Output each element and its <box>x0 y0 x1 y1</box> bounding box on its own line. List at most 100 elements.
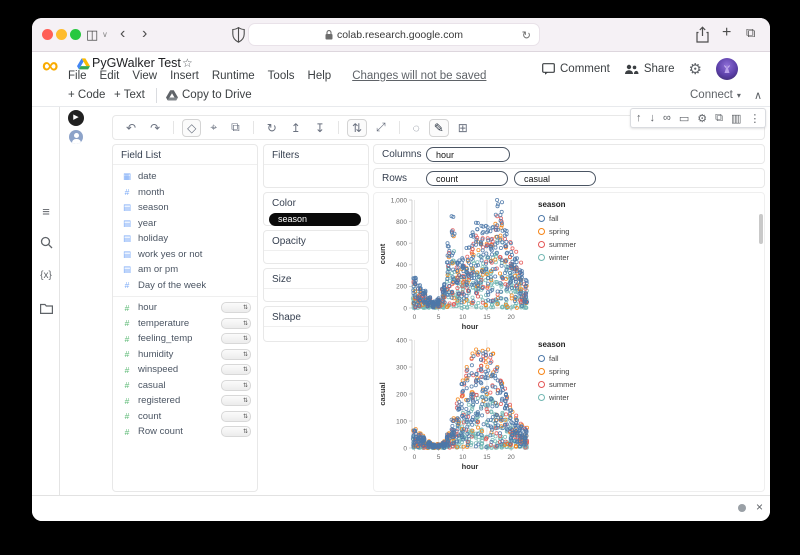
painter-icon[interactable]: ✎ <box>428 118 449 137</box>
menu-item-file[interactable]: File <box>68 70 87 82</box>
undo-icon[interactable]: ↶ <box>121 119 141 137</box>
changes-note-link[interactable]: Changes will not be saved <box>352 70 486 82</box>
filters-panel[interactable]: Filters <box>263 144 369 188</box>
field-item-month[interactable]: # month <box>113 185 257 201</box>
privacy-shield-icon[interactable] <box>232 27 245 43</box>
collapse-header-icon[interactable]: ∧ <box>754 89 762 102</box>
refresh-icon[interactable]: ↻ <box>262 119 282 137</box>
redo-icon[interactable]: ↷ <box>145 119 165 137</box>
field-item-date[interactable]: ▦ date <box>113 169 257 185</box>
menu-item-insert[interactable]: Insert <box>170 70 199 82</box>
field-item-row-count[interactable]: # Row count ⇅ <box>113 424 257 440</box>
field-item-temperature[interactable]: # temperature ⇅ <box>113 316 257 332</box>
color-panel[interactable]: Color season <box>263 192 369 226</box>
field-item-work-yes-or-not[interactable]: ▤ work yes or not <box>113 247 257 263</box>
search-icon[interactable] <box>40 236 53 249</box>
back-button[interactable]: ‹ <box>120 26 125 42</box>
opacity-panel[interactable]: Opacity <box>263 230 369 264</box>
legend-item-spring[interactable]: spring <box>538 225 576 238</box>
legend-item-summer[interactable]: summer <box>538 238 576 251</box>
transpose-up-icon[interactable]: ↥ <box>286 119 306 137</box>
mirror-cell-icon[interactable]: ⧉ <box>715 112 723 125</box>
add-text-button[interactable]: + Text <box>114 89 145 101</box>
aggregation-select[interactable]: ⇅ <box>221 395 251 407</box>
aggregation-select[interactable]: ⇅ <box>221 426 251 438</box>
columns-shelf[interactable]: Columns hour <box>373 144 765 164</box>
field-item-registered[interactable]: # registered ⇅ <box>113 393 257 409</box>
files-folder-icon[interactable] <box>40 303 53 314</box>
legend-item-fall[interactable]: fall <box>538 212 576 225</box>
rows-shelf[interactable]: Rows count casual <box>373 168 765 188</box>
copy-to-drive-button[interactable]: Copy to Drive <box>166 89 252 101</box>
field-item-casual[interactable]: # casual ⇅ <box>113 378 257 394</box>
menu-item-runtime[interactable]: Runtime <box>212 70 255 82</box>
aggregation-select[interactable]: ⇅ <box>221 379 251 391</box>
mark-type-icon[interactable]: ⌖ <box>205 118 222 137</box>
settings-gear-icon[interactable]: ⚙ <box>689 60 702 78</box>
notebook-title[interactable]: PyGWalker Test <box>92 56 181 70</box>
sidebar-chevron-icon[interactable]: ∨ <box>102 31 108 39</box>
field-item-winspeed[interactable]: # winspeed ⇅ <box>113 362 257 378</box>
menu-item-view[interactable]: View <box>132 70 157 82</box>
forward-button[interactable]: › <box>142 26 147 42</box>
color-field-pill[interactable]: season <box>269 213 361 226</box>
add-code-button[interactable]: + Code <box>68 89 105 101</box>
aggregation-select[interactable]: ⇅ <box>221 410 251 422</box>
more-actions-icon[interactable]: ⋮ <box>749 112 760 125</box>
row-pill-casual[interactable]: casual <box>514 170 596 186</box>
variables-icon[interactable]: {x} <box>32 270 60 281</box>
connect-button[interactable]: Connect ▾ <box>690 89 741 101</box>
close-pane-icon[interactable]: × <box>756 500 763 514</box>
menu-item-help[interactable]: Help <box>308 70 332 82</box>
transpose-down-icon[interactable]: ↧ <box>310 119 330 137</box>
aggregation-select[interactable]: ⇅ <box>221 364 251 376</box>
lasso-select-icon[interactable]: ◌ <box>408 119 425 137</box>
minimize-window-button[interactable] <box>56 29 67 40</box>
chart-scrollbar-thumb[interactable] <box>759 214 763 244</box>
aggregation-icon[interactable]: ◇ <box>182 118 202 137</box>
move-cell-up-icon[interactable]: ↑ <box>636 112 642 124</box>
aggregation-select[interactable]: ⇅ <box>221 317 251 329</box>
field-item-humidity[interactable]: # humidity ⇅ <box>113 347 257 363</box>
field-item-count[interactable]: # count ⇅ <box>113 409 257 425</box>
reload-icon[interactable]: ↻ <box>522 29 531 42</box>
shape-panel[interactable]: Shape <box>263 306 369 342</box>
run-cell-button[interactable]: ▶ <box>68 110 84 126</box>
field-item-hour[interactable]: # hour ⇅ <box>113 300 257 316</box>
colab-logo[interactable]: ∞ <box>42 52 58 79</box>
legend-item-spring[interactable]: spring <box>538 365 576 378</box>
row-pill-count[interactable]: count <box>426 170 508 186</box>
legend-item-winter[interactable]: winter <box>538 391 576 404</box>
aggregation-select[interactable]: ⇅ <box>221 333 251 345</box>
field-item-day-of-the-week[interactable]: # Day of the week <box>113 278 257 294</box>
field-item-season[interactable]: ▤ season <box>113 200 257 216</box>
sidebar-toggle-icon[interactable]: ◫ <box>86 28 98 41</box>
move-cell-down-icon[interactable]: ↓ <box>650 112 656 124</box>
star-icon[interactable]: ☆ <box>182 56 193 70</box>
menu-item-tools[interactable]: Tools <box>268 70 295 82</box>
close-window-button[interactable] <box>42 29 53 40</box>
legend-item-fall[interactable]: fall <box>538 352 576 365</box>
delete-cell-icon[interactable]: ▥ <box>731 112 741 125</box>
size-panel[interactable]: Size <box>263 268 369 302</box>
address-bar[interactable]: colab.research.google.com ↻ <box>248 23 540 46</box>
aggregation-select[interactable]: ⇅ <box>221 302 251 314</box>
field-item-holiday[interactable]: ▤ holiday <box>113 231 257 247</box>
user-avatar[interactable] <box>716 58 738 80</box>
field-item-am-or-pm[interactable]: ▤ am or pm <box>113 262 257 278</box>
new-tab-icon[interactable]: + <box>722 25 731 41</box>
sort-icon[interactable]: ⇅ <box>346 118 367 137</box>
tab-overview-icon[interactable]: ⧉ <box>746 26 755 39</box>
stack-mode-icon[interactable]: ⧉ <box>226 118 245 137</box>
aggregation-select[interactable]: ⇅ <box>221 348 251 360</box>
link-cell-icon[interactable]: ∞ <box>663 112 671 124</box>
cell-settings-icon[interactable]: ⚙ <box>697 112 707 125</box>
table-of-contents-icon[interactable]: ≡ <box>32 204 60 219</box>
legend-item-winter[interactable]: winter <box>538 251 576 264</box>
zoom-window-button[interactable] <box>70 29 81 40</box>
legend-item-summer[interactable]: summer <box>538 378 576 391</box>
col-pill-hour[interactable]: hour <box>426 146 510 162</box>
resize-icon[interactable]: ⤢ <box>371 118 391 137</box>
field-item-year[interactable]: ▤ year <box>113 216 257 232</box>
comment-cell-icon[interactable]: ▭ <box>679 112 689 125</box>
